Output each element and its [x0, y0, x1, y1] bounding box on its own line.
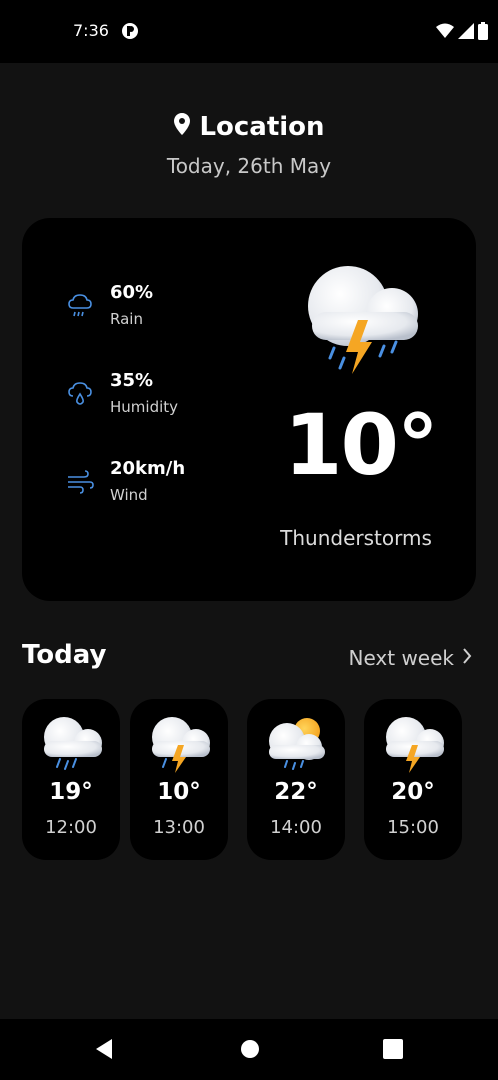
- home-button[interactable]: [238, 1037, 262, 1061]
- wifi-icon: [436, 23, 454, 43]
- hour-temp: 22°: [274, 779, 318, 805]
- stat-humidity: 35% Humidity: [66, 370, 178, 416]
- signal-icon: [458, 23, 474, 43]
- stat-wind: 20km/h Wind: [66, 458, 185, 504]
- status-bar: 7:36: [0, 0, 498, 63]
- next-week-label: Next week: [348, 646, 455, 670]
- system-nav-bar: [0, 1019, 498, 1080]
- wind-icon: [66, 468, 94, 496]
- humidity-value: 35%: [110, 370, 154, 391]
- hourly-card[interactable]: 22° 14:00: [247, 699, 345, 860]
- rain-icon: [40, 715, 104, 775]
- hour-time: 15:00: [387, 817, 439, 838]
- wind-label: Wind: [110, 486, 148, 504]
- chevron-right-icon: [462, 646, 472, 670]
- hour-temp: 19°: [49, 779, 93, 805]
- recents-button[interactable]: [381, 1037, 405, 1061]
- current-condition: Thunderstorms: [280, 526, 432, 550]
- thunderstorm-icon: [148, 715, 212, 775]
- hour-time: 14:00: [270, 817, 322, 838]
- thunderstorm-icon: [300, 262, 424, 380]
- hour-temp: 20°: [391, 779, 435, 805]
- hour-time: 12:00: [45, 817, 97, 838]
- today-title: Today: [22, 640, 107, 670]
- hour-temp: 10°: [157, 779, 201, 805]
- location-header[interactable]: Location: [0, 112, 498, 142]
- status-time: 7:36: [73, 21, 109, 40]
- rain-cloud-icon: [66, 292, 94, 320]
- thunderstorm-icon: [382, 715, 446, 775]
- hourly-card[interactable]: 10° 13:00: [130, 699, 228, 860]
- humidity-icon: [66, 380, 94, 408]
- hourly-card[interactable]: 20° 15:00: [364, 699, 462, 860]
- location-pin-icon: [173, 112, 191, 142]
- back-button[interactable]: [92, 1037, 116, 1061]
- hour-time: 13:00: [153, 817, 205, 838]
- current-weather-card: 60% Rain 35% Humidity 20km/h Wind 10° Th…: [22, 218, 476, 601]
- rain-label: Rain: [110, 310, 143, 328]
- rain-value: 60%: [110, 282, 154, 303]
- battery-icon: [478, 22, 488, 44]
- humidity-label: Humidity: [110, 398, 179, 416]
- location-title: Location: [199, 112, 325, 142]
- hourly-card[interactable]: 19° 12:00: [22, 699, 120, 860]
- privacy-indicator-icon: [121, 22, 139, 40]
- wind-value: 20km/h: [110, 458, 186, 479]
- stat-rain: 60% Rain: [66, 282, 153, 328]
- sun-rain-icon: [265, 715, 329, 775]
- date-label: Today, 26th May: [166, 154, 332, 178]
- next-week-link[interactable]: Next week: [349, 646, 473, 670]
- current-temperature: 10°: [284, 396, 439, 494]
